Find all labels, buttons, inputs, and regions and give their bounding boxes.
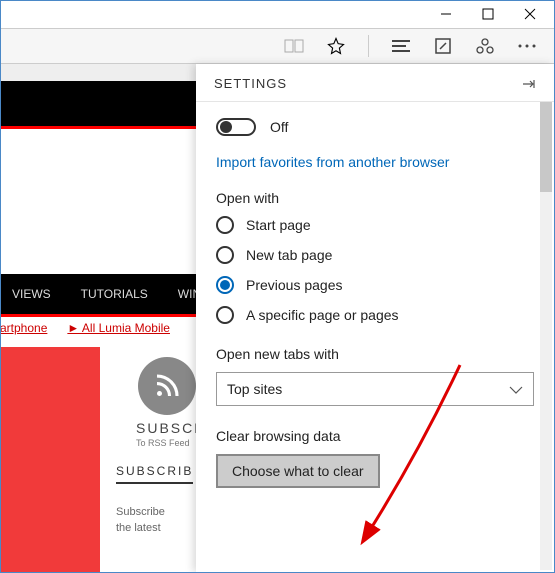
radio-icon bbox=[216, 276, 234, 294]
radio-icon bbox=[216, 306, 234, 324]
subscribe-text: Subscribe bbox=[116, 506, 165, 518]
window-titlebar bbox=[0, 0, 555, 28]
pin-icon[interactable] bbox=[522, 77, 536, 91]
select-value: Top sites bbox=[227, 381, 282, 397]
import-favorites-link[interactable]: Import favorites from another browser bbox=[216, 154, 534, 170]
open-with-label: Open with bbox=[216, 190, 534, 206]
reading-view-icon[interactable] bbox=[284, 36, 304, 56]
subscribe-text: the latest bbox=[116, 522, 161, 534]
open-with-radios: Start page New tab page Previous pages A… bbox=[216, 216, 534, 324]
chevron-down-icon bbox=[509, 381, 523, 397]
button-label: Choose what to clear bbox=[232, 463, 364, 479]
radio-icon bbox=[216, 246, 234, 264]
maximize-button[interactable] bbox=[481, 7, 495, 21]
radio-specific-page[interactable]: A specific page or pages bbox=[216, 306, 534, 324]
panel-title: SETTINGS bbox=[214, 76, 287, 91]
page-link[interactable]: ► All Lumia Mobile bbox=[67, 321, 170, 335]
radio-label: Start page bbox=[246, 217, 311, 233]
toggle-switch[interactable] bbox=[216, 118, 256, 136]
nav-item[interactable]: TUTORIALS bbox=[81, 287, 148, 301]
subscribe-subtext: To RSS Feed bbox=[136, 438, 190, 448]
minimize-button[interactable] bbox=[439, 7, 453, 21]
panel-body: Off Import favorites from another browse… bbox=[196, 102, 554, 572]
webnote-icon[interactable] bbox=[433, 36, 453, 56]
sidebar-red-box bbox=[0, 347, 100, 573]
toggle-knob bbox=[220, 121, 232, 133]
hub-icon[interactable] bbox=[391, 36, 411, 56]
choose-what-to-clear-button[interactable]: Choose what to clear bbox=[216, 454, 380, 488]
rss-circle-icon[interactable] bbox=[138, 357, 196, 415]
subscribe-heading-2: SUBSCRIB bbox=[116, 464, 193, 484]
settings-panel: SETTINGS Off Import favorites from anoth… bbox=[196, 64, 554, 572]
favorites-star-icon[interactable] bbox=[326, 36, 346, 56]
page-links: artphone ► All Lumia Mobile bbox=[0, 321, 170, 335]
toggle-row: Off bbox=[216, 118, 534, 136]
clear-data-label: Clear browsing data bbox=[216, 428, 534, 444]
toolbar-divider bbox=[368, 35, 369, 57]
more-icon[interactable] bbox=[517, 36, 537, 56]
radio-new-tab[interactable]: New tab page bbox=[216, 246, 534, 264]
open-tabs-label: Open new tabs with bbox=[216, 346, 534, 362]
browser-toolbar bbox=[0, 28, 555, 64]
close-button[interactable] bbox=[523, 7, 537, 21]
open-tabs-select[interactable]: Top sites bbox=[216, 372, 534, 406]
share-icon[interactable] bbox=[475, 36, 495, 56]
radio-label: A specific page or pages bbox=[246, 307, 399, 323]
toggle-label: Off bbox=[270, 119, 288, 135]
radio-icon bbox=[216, 216, 234, 234]
radio-start-page[interactable]: Start page bbox=[216, 216, 534, 234]
nav-item[interactable]: VIEWS bbox=[12, 287, 51, 301]
radio-label: New tab page bbox=[246, 247, 332, 263]
panel-header: SETTINGS bbox=[196, 64, 554, 102]
radio-previous-pages[interactable]: Previous pages bbox=[216, 276, 534, 294]
page-link[interactable]: artphone bbox=[0, 321, 47, 335]
radio-label: Previous pages bbox=[246, 277, 343, 293]
